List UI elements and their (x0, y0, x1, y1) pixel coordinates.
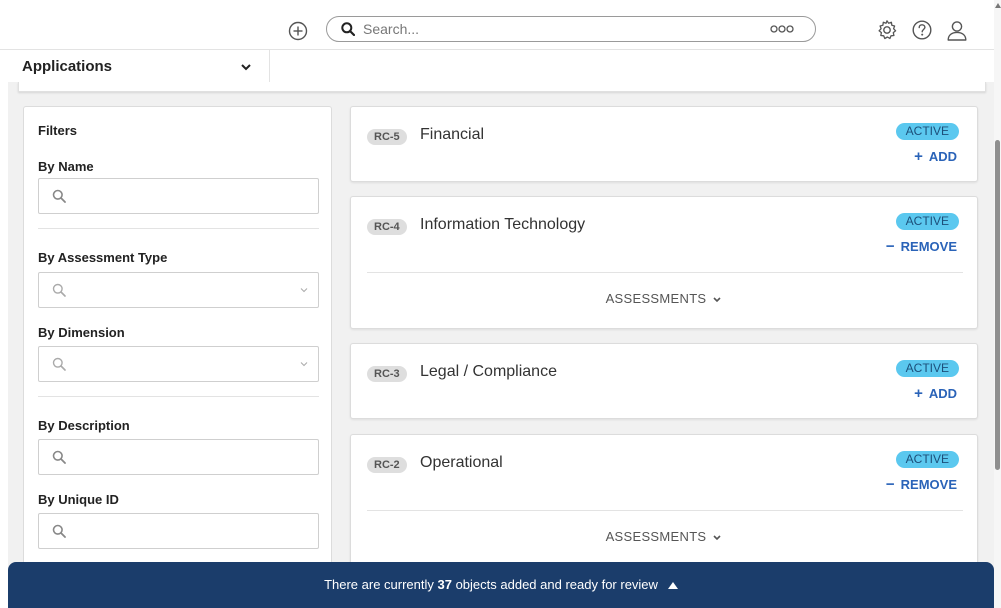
by-dimension-label: By Dimension (38, 325, 125, 340)
status-badge: ACTIVE (895, 360, 959, 377)
search-icon (341, 22, 355, 36)
add-button-label: ADD (928, 386, 957, 401)
assessment-type-select[interactable] (38, 272, 319, 308)
search-input[interactable] (363, 20, 743, 38)
filters-panel: Filters By Name By Assessment Type By Di… (23, 106, 332, 608)
app-bar: Applications (0, 50, 1001, 82)
plus-icon: + (914, 385, 923, 402)
chevron-down-icon (300, 362, 308, 367)
assessments-toggle[interactable]: ASSESSMENTS (351, 529, 977, 544)
remove-button[interactable]: − REMOVE (886, 476, 957, 493)
chevron-down-icon (713, 296, 721, 302)
filter-divider (38, 228, 319, 229)
record-card: RC-5 Financial ACTIVE + ADD (350, 106, 978, 182)
card-divider (367, 510, 963, 511)
add-button[interactable]: + ADD (914, 148, 957, 165)
record-id-badge: RC-2 (367, 457, 407, 473)
review-count: 37 (437, 577, 452, 592)
search-icon (52, 189, 66, 203)
record-card: RC-4 Information Technology ACTIVE − REMO… (350, 196, 978, 329)
main-content: Filters By Name By Assessment Type By Di… (8, 82, 994, 608)
record-card: RC-3 Legal / Compliance ACTIVE + ADD (350, 343, 978, 419)
status-badge: ACTIVE (895, 123, 959, 140)
unique-id-filter-input[interactable] (38, 513, 319, 549)
minus-icon: − (885, 238, 895, 255)
by-unique-id-label: By Unique ID (38, 492, 119, 507)
gear-icon[interactable] (876, 19, 898, 41)
top-bar (0, 0, 1001, 50)
record-id-badge: RC-5 (367, 129, 407, 145)
scrollbar-thumb[interactable] (995, 140, 1000, 470)
record-title[interactable]: Financial (420, 126, 484, 144)
by-name-label: By Name (38, 159, 94, 174)
chevron-down-icon (241, 64, 251, 71)
review-text-prefix: There are currently (324, 577, 438, 592)
status-badge: ACTIVE (895, 451, 959, 468)
more-options-icon[interactable] (769, 22, 795, 36)
add-button[interactable]: + ADD (914, 385, 957, 402)
record-id-badge: RC-3 (367, 366, 407, 382)
add-circle-icon[interactable] (288, 21, 308, 41)
name-filter-input[interactable] (38, 178, 319, 214)
record-title[interactable]: Information Technology (420, 216, 585, 234)
status-badge: ACTIVE (895, 213, 959, 230)
user-profile-icon[interactable] (946, 19, 968, 41)
review-bar[interactable]: There are currently 37 objects added and… (8, 562, 994, 608)
chevron-down-icon (713, 534, 721, 540)
review-text-suffix: objects added and ready for review (451, 577, 658, 592)
filters-title: Filters (38, 123, 78, 138)
search-icon (52, 450, 66, 464)
remove-button-label: REMOVE (900, 477, 957, 492)
record-id-badge: RC-4 (367, 219, 407, 235)
global-search (326, 16, 816, 42)
plus-icon: + (914, 148, 923, 165)
add-button-label: ADD (928, 149, 957, 164)
description-filter-input[interactable] (38, 439, 319, 475)
assessments-label: ASSESSMENTS (605, 291, 707, 306)
scroll-up-arrow-icon[interactable] (995, 3, 1001, 8)
applications-label: Applications (22, 58, 113, 75)
search-icon (52, 357, 66, 371)
chevron-down-icon (300, 288, 308, 293)
by-description-label: By Description (38, 418, 130, 433)
minus-icon: − (885, 476, 895, 493)
collapsed-panel (18, 82, 986, 92)
search-icon (52, 524, 66, 538)
caret-up-icon[interactable] (667, 582, 678, 590)
filter-divider (38, 396, 319, 397)
applications-dropdown[interactable]: Applications (0, 50, 270, 82)
remove-button[interactable]: − REMOVE (886, 238, 957, 255)
by-assessment-type-label: By Assessment Type (38, 250, 168, 265)
assessments-toggle[interactable]: ASSESSMENTS (351, 291, 977, 306)
remove-button-label: REMOVE (900, 239, 957, 254)
record-title[interactable]: Operational (420, 454, 503, 472)
record-title[interactable]: Legal / Compliance (420, 363, 557, 381)
card-divider (367, 272, 963, 273)
search-icon (52, 283, 66, 297)
help-icon[interactable] (911, 19, 933, 41)
record-card: RC-2 Operational ACTIVE − REMOVE ASSESSME… (350, 434, 978, 567)
dimension-select[interactable] (38, 346, 319, 382)
assessments-label: ASSESSMENTS (605, 529, 707, 544)
